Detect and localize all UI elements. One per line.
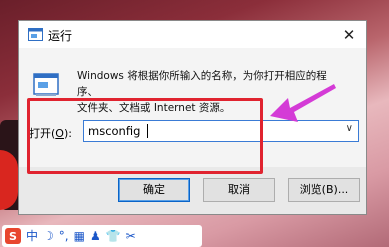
user-icon[interactable]: ♟	[90, 226, 101, 246]
close-icon: ✕	[342, 25, 356, 44]
title-bar: 运行 ✕	[19, 21, 366, 48]
skin-icon[interactable]: 👕	[106, 226, 121, 246]
tools-icon[interactable]: ✂	[126, 226, 136, 246]
keyboard-icon[interactable]: ▦	[74, 226, 85, 246]
punctuation-icon[interactable]: °,	[59, 226, 69, 246]
highlight-box	[27, 98, 263, 174]
dialog-title: 运行	[48, 29, 73, 43]
browse-button[interactable]: 浏览(B)...	[288, 178, 360, 202]
close-button[interactable]: ✕	[332, 21, 366, 48]
dialog-footer: 确定 取消 浏览(B)...	[19, 167, 366, 214]
ime-logo-icon[interactable]: S	[5, 228, 21, 244]
cancel-button[interactable]: 取消	[203, 178, 275, 202]
ok-button[interactable]: 确定	[118, 178, 190, 202]
moon-icon[interactable]: ☽	[43, 226, 54, 246]
language-mode-button[interactable]: 中	[26, 226, 38, 246]
background-decoration	[0, 150, 18, 210]
chevron-down-icon[interactable]: ∨	[346, 123, 353, 134]
run-app-large-icon	[33, 73, 59, 96]
pointer-arrow-icon	[270, 84, 336, 122]
run-app-icon	[28, 28, 43, 41]
ime-toolbar: S 中 ☽ °, ▦ ♟ 👕 ✂	[2, 225, 202, 247]
